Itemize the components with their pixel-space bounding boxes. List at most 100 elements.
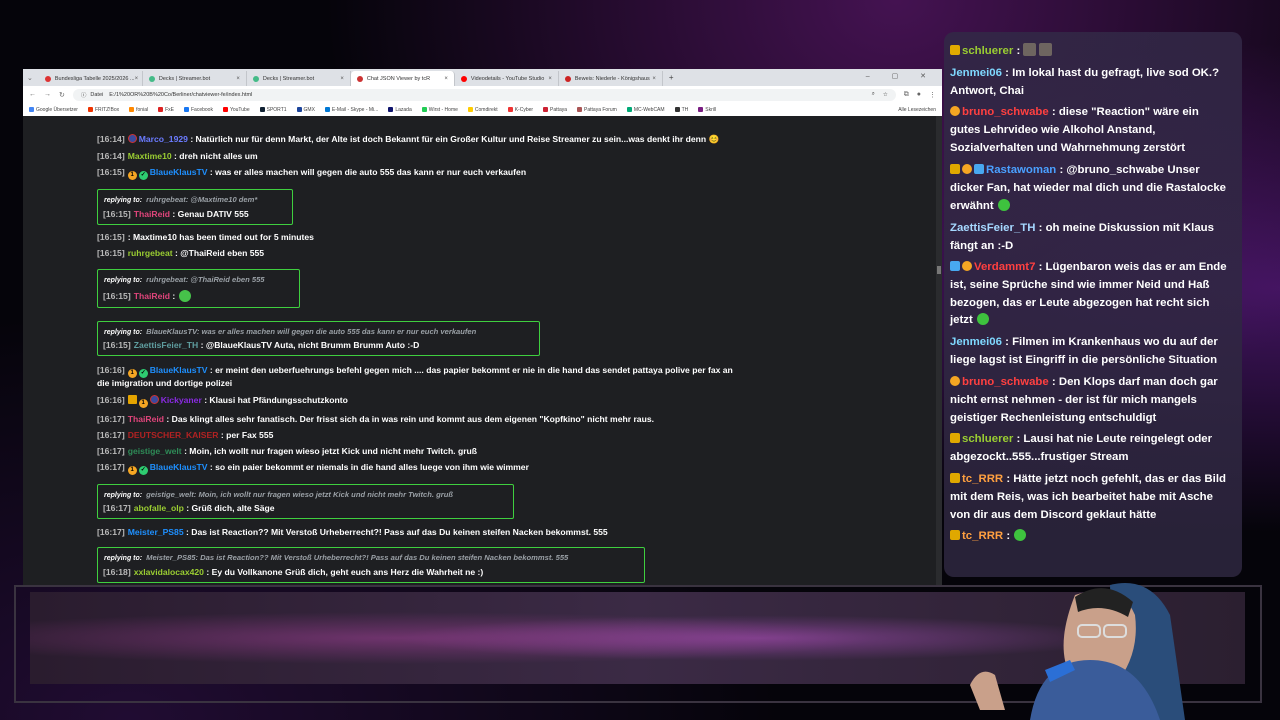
message-text: : Grüß dich, alte Säge [186,503,275,513]
overlay-message: ZaettisFeier_TH : oh meine Diskussion mi… [950,220,1230,256]
back-icon[interactable]: ← [29,91,36,98]
username[interactable]: Marco_1929 [139,134,188,144]
bookmark-item[interactable]: GMX [296,107,315,113]
message-text: : Das ist Reaction?? Mit Verstoß Urheber… [186,527,608,537]
username[interactable]: BlaueKlausTV [150,365,208,375]
sub-badge-icon [950,106,960,116]
username[interactable]: BlaueKlausTV [150,167,208,177]
reply-label: replying to: [104,555,143,562]
tab-0[interactable]: Bundesliga Tabelle 2025/2026 ... × [39,71,143,86]
username[interactable]: Meister_PS85 [128,527,184,537]
bookmark-item[interactable]: fonial [129,107,148,113]
forward-icon[interactable]: → [44,91,51,98]
message-text: : [172,291,176,301]
bookmark-icon [324,107,330,112]
timestamp: [16:17] [97,414,125,424]
sub-badge-icon: 1 [127,466,137,475]
tab-3[interactable]: Chat JSON Viewer by tcR × [350,71,455,86]
bookmark-item[interactable]: SPORT1 [259,106,287,113]
chat-message: [16:17] ThaiReid : Das klingt alles sehr … [97,414,654,425]
bookmark-item[interactable]: TH [674,107,688,113]
bookmark-item[interactable]: Pattaya Forum [577,107,617,113]
bookmark-item[interactable]: FRITZ!Box [87,107,119,113]
reply-header: replying to: BlaueKlausTV: was er alles m… [104,325,533,338]
message-text: : @BlaueKlausTV Auta, nicht Brumm Brumm … [200,340,420,350]
username[interactable]: Kickyaner [161,395,202,405]
bookmark-label: FxE [165,106,174,113]
bookmark-label: K-Cyber [514,106,534,113]
bookmark-label: Comdirekt [474,106,498,113]
window-controls[interactable]: – ▢ ✕ [866,72,936,80]
username[interactable]: xxlavidalocax420 [134,567,204,577]
username[interactable]: DEUTSCHER_KAISER [128,430,219,440]
overlay-username: Verdammt7 [974,261,1036,273]
scrollbar[interactable] [936,116,942,585]
bookmark-item[interactable]: Lazada [388,107,412,113]
bookmark-label: Skrill [705,106,717,113]
bookmark-icon [129,107,135,112]
close-icon[interactable]: × [548,76,552,82]
timestamp: [16:15] [103,291,131,301]
emote-image-icon [1039,43,1053,56]
bookmark-item[interactable]: Skrill [698,107,716,113]
bookmark-icon [183,107,189,112]
bookmark-item[interactable]: K-Cyber [507,106,534,113]
username[interactable]: geistige_welt [128,446,182,456]
message-text-cont: die imigration und dortige polizei [97,378,233,388]
tab-menu-icon[interactable]: ⌄ [27,74,33,82]
username[interactable]: abofalle_olp [134,503,184,513]
favicon [460,75,467,82]
tab-1[interactable]: Decks | Streamer.bot × [143,71,247,86]
tab-2[interactable]: Decks | Streamer.bot × [247,71,351,86]
zoom-icon[interactable]: ⌕ [872,91,875,98]
bookmark-item[interactable]: Wirst - Home [421,107,458,113]
star-icon[interactable]: ☆ [883,92,888,98]
username[interactable]: ThaiReid [134,291,170,301]
reply-text: Meister_PS85: Das ist Reaction?? Mit Ver… [146,553,569,562]
emote-icon [179,290,192,302]
tab-4[interactable]: Videodetails - YouTube Studio × [455,71,559,86]
username[interactable]: Maxtime10 [128,151,172,161]
close-icon[interactable]: × [135,76,139,82]
emote-icon [1014,529,1027,541]
username[interactable]: ThaiReid [134,209,170,219]
timestamp: [16:14] [97,134,125,144]
tab-label: Videodetails - YouTube Studio [470,75,545,82]
extensions-icon[interactable]: ⧉ [904,91,909,99]
bookmark-label: SPORT1 [266,106,287,113]
overlay-text: : [1006,530,1011,542]
scrollbar-thumb[interactable] [937,266,941,274]
favicon [252,75,259,82]
message-text: : Moin, ich wollt nur fragen wieso jetzt… [184,446,478,456]
timestamp: [16:17] [103,503,131,513]
all-bookmarks[interactable]: Alle Lesezeichen [898,107,936,113]
close-icon[interactable]: × [652,76,656,82]
username[interactable]: ruhrgebeat [128,248,173,258]
bookmark-item[interactable]: MC-WebCAM [626,106,665,113]
overlay-message: tc_RRR : Hätte jetzt noch gefehlt, das e… [950,471,1230,524]
bookmark-item[interactable]: Google Übersetzer [29,107,78,113]
profile-icon[interactable]: ● [917,91,921,98]
url-input[interactable]: ⓘ Datei E:/1%20OR%20B%20Co/Berliner/chat… [72,88,896,101]
bookmark-item[interactable]: YouTube [222,107,250,113]
sub-badge-icon: 1 [127,369,137,378]
bookmark-label: MC-WebCAM [633,106,665,113]
username[interactable]: ThaiReid [128,414,164,424]
username[interactable]: ZaettisFeier_TH [134,340,198,350]
close-icon[interactable]: × [340,76,344,82]
timestamp: [16:14] [97,151,125,161]
timestamp: [16:17] [97,446,125,456]
bookmark-item[interactable]: E-Mail - Skype - Mi... [324,107,378,113]
menu-icon[interactable]: ⋮ [929,91,936,99]
bookmark-item[interactable]: Pattaya [543,107,567,113]
reload-icon[interactable]: ↻ [59,91,65,99]
username[interactable]: BlaueKlausTV [150,462,208,472]
bookmark-item[interactable]: Facebook [183,106,213,113]
new-tab-icon[interactable]: + [663,73,680,82]
tab-5[interactable]: Beweis: Niederle - Königshaus × [559,71,663,86]
bookmark-item[interactable]: FxE [158,107,174,113]
close-icon[interactable]: × [236,76,240,82]
close-icon[interactable]: × [444,76,448,82]
bookmark-item[interactable]: Comdirekt [467,106,498,113]
bookmark-label: Facebook [190,106,213,113]
